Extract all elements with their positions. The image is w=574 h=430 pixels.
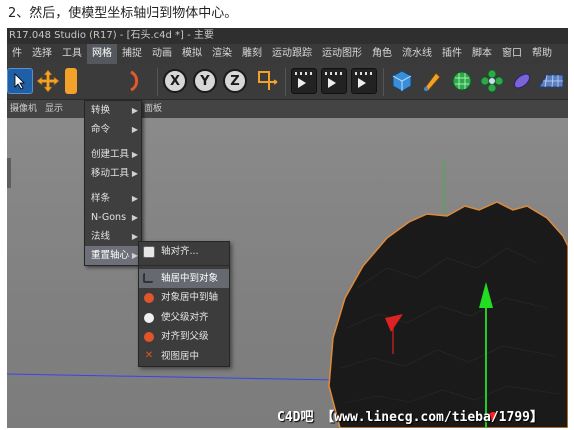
live-selection-icon[interactable] <box>7 68 33 94</box>
axis-align-icon <box>143 246 155 258</box>
mesh-dropdown-menu: 转换 ▶ 命令 ▶ 创建工具 ▶ 移动工具 ▶ 样条 ▶ N-Gons ▶ 法线 ▶ 重置轴心… <box>84 100 142 266</box>
reset-axis-submenu: 轴对齐... 轴居中到对象 对象居中到轴 使父级对齐 对齐到父级 ✕ 视图居中 <box>138 241 230 367</box>
align-to-parent-icon <box>144 332 154 342</box>
mesh-menu-normals[interactable]: 法线 ▶ <box>85 227 141 246</box>
mesh-menu-reset-axis[interactable]: 重置轴心 ▶ <box>85 246 141 265</box>
z-axis-lock-icon[interactable]: Z <box>223 69 247 93</box>
submenu-parent-align[interactable]: 使父级对齐 <box>139 308 229 328</box>
menu-pipeline[interactable]: 流水线 <box>397 44 437 64</box>
menu-motion-tracker[interactable]: 运动跟踪 <box>267 44 317 64</box>
chevron-right-icon: ▶ <box>131 213 138 222</box>
menu-animate[interactable]: 动画 <box>147 44 177 64</box>
menu-character[interactable]: 角色 <box>367 44 397 64</box>
parent-align-icon <box>144 312 154 323</box>
scale-tool-icon[interactable] <box>65 68 77 94</box>
y-axis-lock-icon[interactable]: Y <box>193 69 217 93</box>
window-title: R17.048 Studio (R17) - [石头.c4d *] - 主要 <box>7 28 568 44</box>
mesh-menu-spline[interactable]: 样条 ▶ <box>85 189 141 208</box>
mesh-menu-convert[interactable]: 转换 ▶ <box>85 101 141 120</box>
submenu-axis-align[interactable]: 轴对齐... <box>139 242 229 262</box>
render-view-icon[interactable] <box>291 68 317 94</box>
menu-tools[interactable]: 工具 <box>57 44 87 64</box>
mesh-menu-create-tools[interactable]: 创建工具 ▶ <box>85 145 141 164</box>
menu-mograph[interactable]: 运动图形 <box>317 44 367 64</box>
submenu-align-to-parent[interactable]: 对齐到父级 <box>139 327 229 347</box>
c4d-window: R17.048 Studio (R17) - [石头.c4d *] - 主要 件… <box>7 28 568 428</box>
menu-file[interactable]: 件 <box>7 44 27 64</box>
viewport-menu-display[interactable]: 显示 <box>45 100 63 118</box>
menu-snap[interactable]: 捕捉 <box>117 44 147 64</box>
menu-script[interactable]: 脚本 <box>467 44 497 64</box>
menu-simulate[interactable]: 模拟 <box>177 44 207 64</box>
chevron-right-icon: ▶ <box>131 125 138 134</box>
move-tool-icon[interactable] <box>35 68 61 94</box>
page-caption: 2、然后，使模型坐标轴归到物体中心。 <box>8 6 238 21</box>
render-settings-icon[interactable] <box>351 68 377 94</box>
submenu-object-center-to-axis[interactable]: 对象居中到轴 <box>139 288 229 308</box>
floor-icon[interactable] <box>537 68 565 94</box>
chevron-right-icon: ▶ <box>131 169 138 178</box>
mesh-menu-ngons[interactable]: N-Gons ▶ <box>85 208 141 227</box>
main-toolbar: X Y Z <box>7 64 568 100</box>
menu-plugins[interactable]: 插件 <box>437 44 467 64</box>
axis-center-icon <box>143 272 153 283</box>
viewport-menu-camera[interactable]: 摄像机 <box>10 100 37 118</box>
menu-mesh[interactable]: 网格 <box>87 44 117 64</box>
z-axis-grid-line <box>7 373 338 381</box>
mesh-menu-commands[interactable]: 命令 ▶ <box>85 120 141 139</box>
chevron-right-icon: ▶ <box>131 194 138 203</box>
watermark-text: C4D吧 【www.linecg.com/tieba/1799】 <box>277 410 543 425</box>
bend-deformer-icon[interactable] <box>509 68 535 94</box>
menu-window[interactable]: 窗口 <box>497 44 527 64</box>
view-center-icon: ✕ <box>144 349 154 361</box>
submenu-view-center[interactable]: ✕ 视图居中 <box>139 347 229 367</box>
rotate-tool-icon[interactable] <box>129 68 147 94</box>
object-center-icon <box>144 293 154 303</box>
subdivision-surface-icon[interactable] <box>449 68 475 94</box>
menu-sculpt[interactable]: 雕刻 <box>237 44 267 64</box>
x-axis-lock-icon[interactable]: X <box>163 69 187 93</box>
chevron-right-icon: ▶ <box>131 106 138 115</box>
chevron-right-icon: ▶ <box>131 150 138 159</box>
main-menubar: 件 选择 工具 网格 捕捉 动画 模拟 渲染 雕刻 运动跟踪 运动图形 角色 流… <box>7 44 568 64</box>
cube-icon[interactable] <box>389 68 415 94</box>
mesh-menu-move-tools[interactable]: 移动工具 ▶ <box>85 164 141 183</box>
cloner-icon[interactable] <box>479 68 505 94</box>
submenu-axis-center-to-object[interactable]: 轴居中到对象 <box>139 268 229 288</box>
viewport-menu-panel[interactable]: 面板 <box>144 100 162 118</box>
world-coordinate-icon[interactable] <box>255 68 281 94</box>
render-to-picture-viewer-icon[interactable] <box>321 68 347 94</box>
menu-help[interactable]: 帮助 <box>527 44 557 64</box>
pen-spline-icon[interactable] <box>419 68 445 94</box>
menu-render[interactable]: 渲染 <box>207 44 237 64</box>
stone-mesh[interactable] <box>328 201 568 428</box>
menu-select[interactable]: 选择 <box>27 44 57 64</box>
